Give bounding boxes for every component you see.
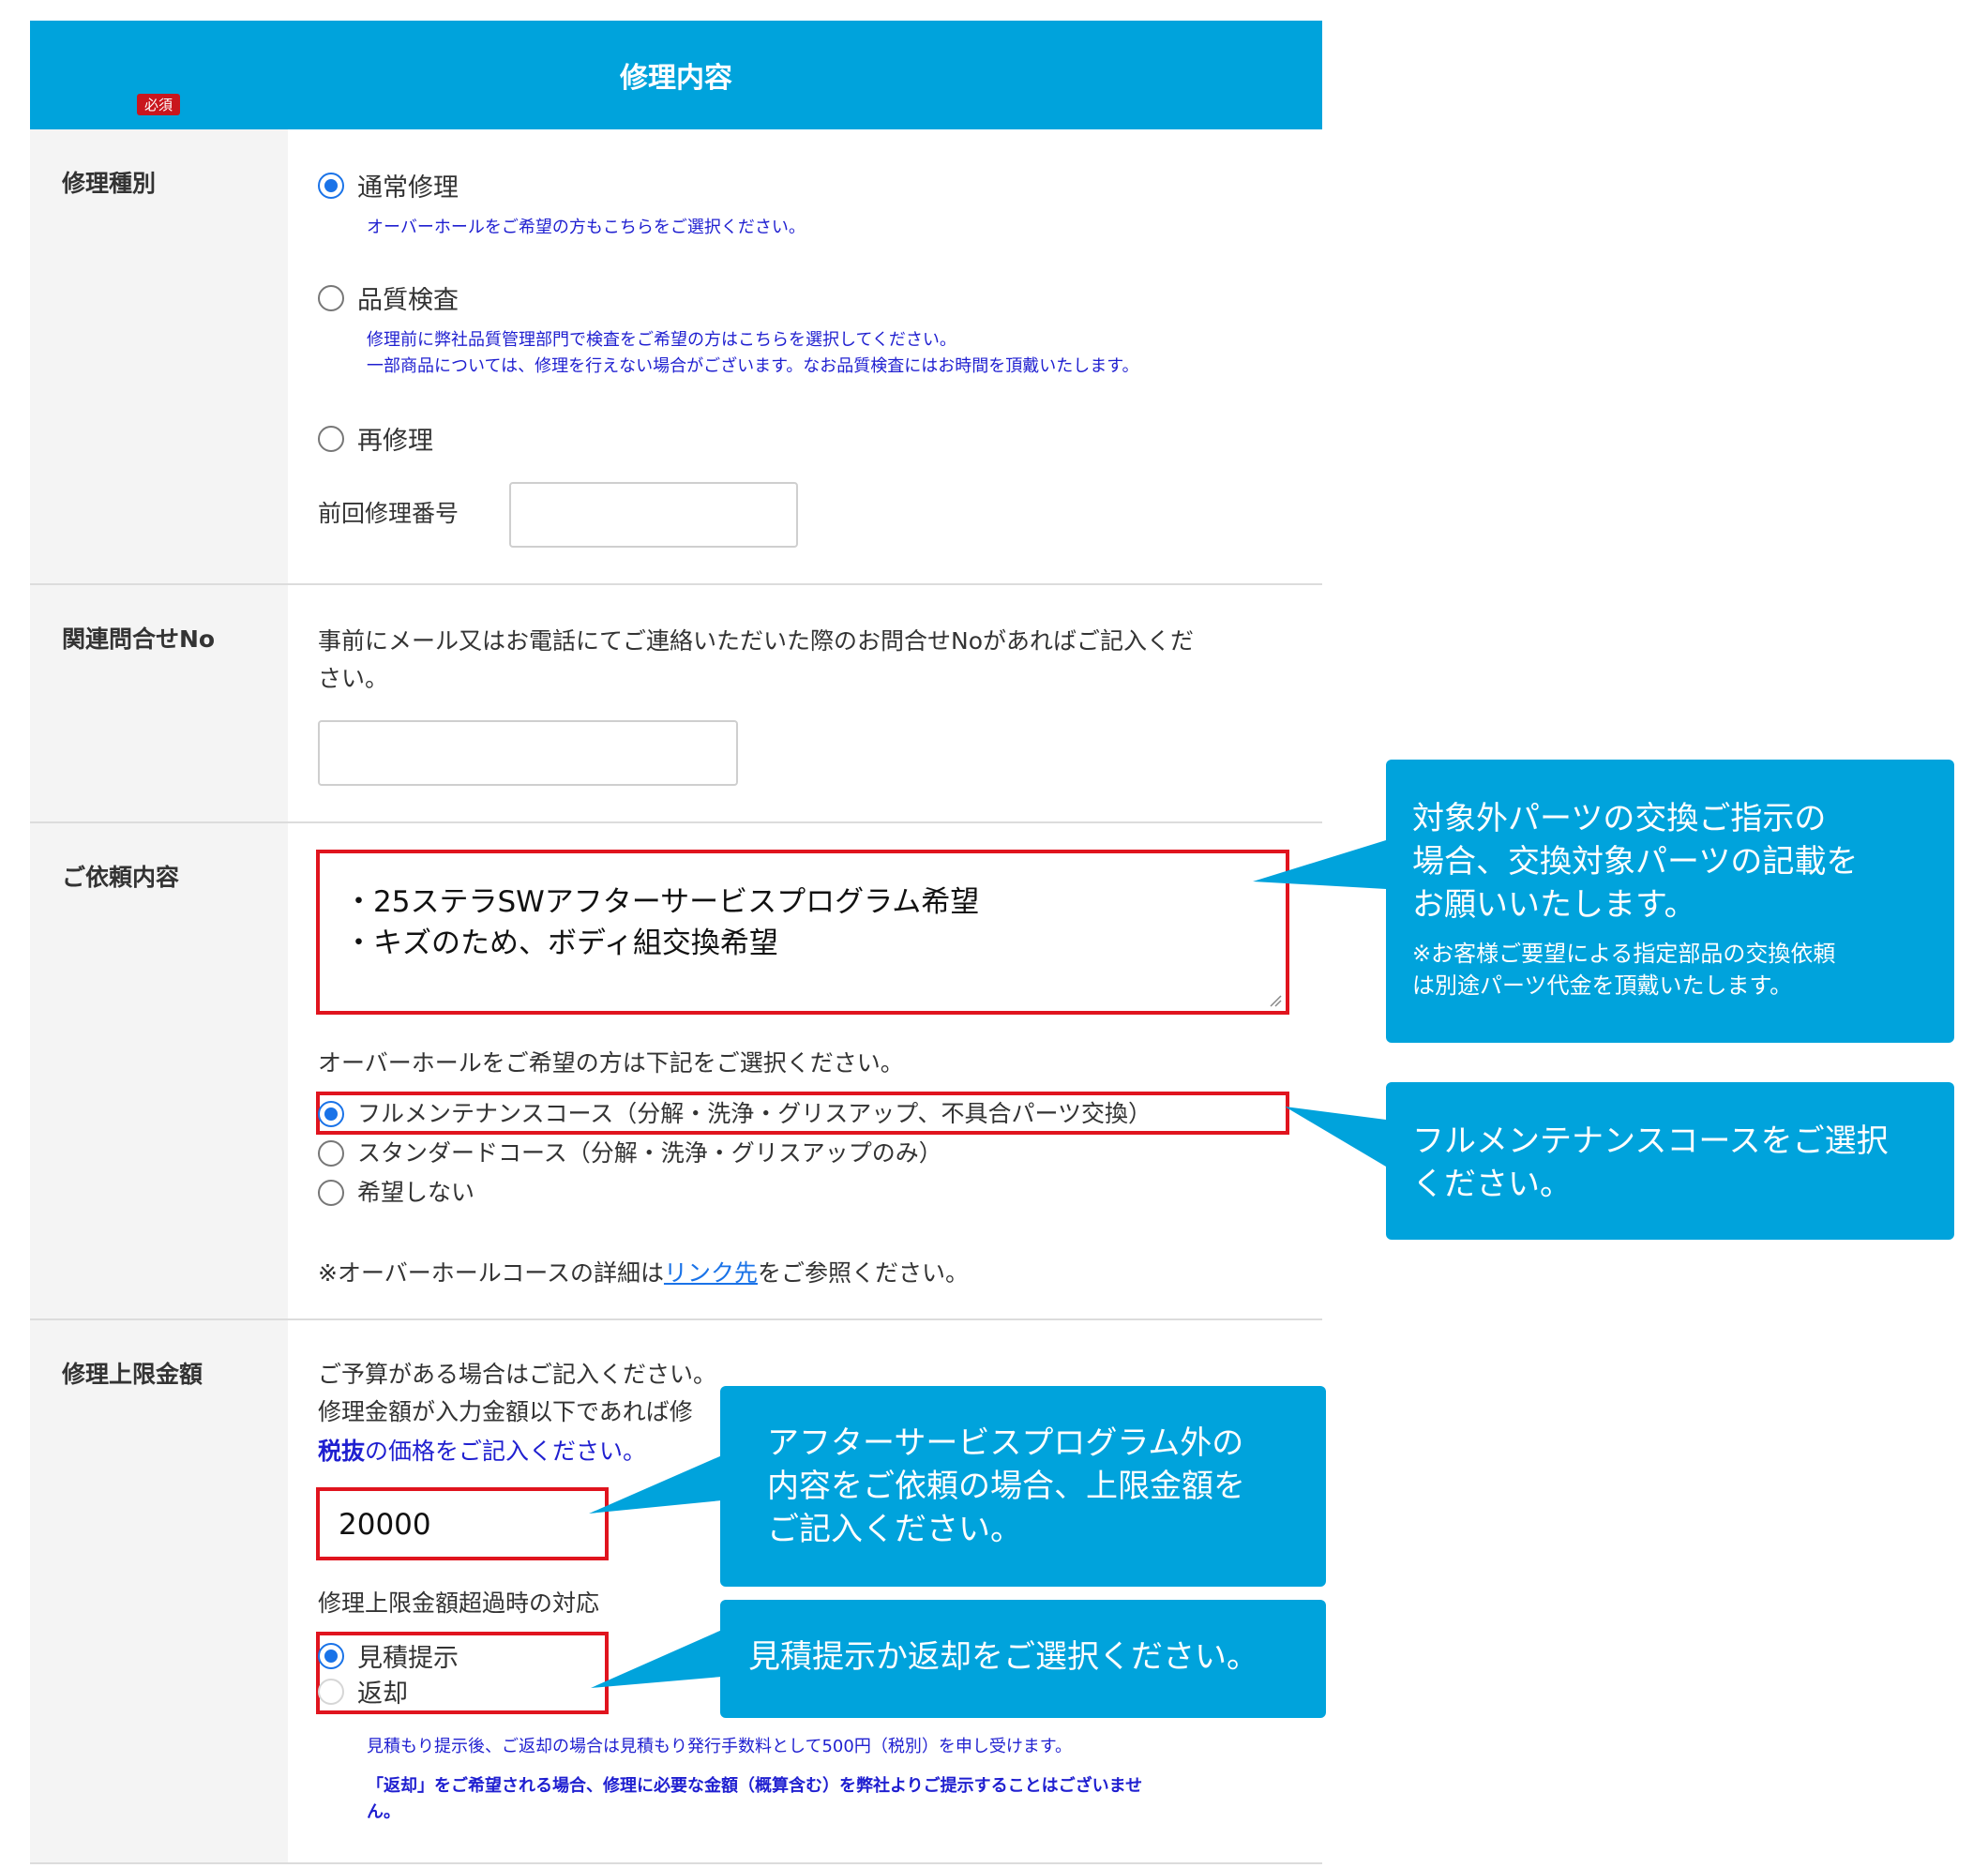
callout-parts-text: 対象外パーツの交換ご指示の 場合、交換対象パーツの記載を お願いいたします。 [1412, 800, 1859, 924]
pointer-exceed [591, 1630, 722, 1688]
callout-exceed: 見積提示か返却をご選択ください。 [720, 1600, 1326, 1718]
callout-parts-exchange: 対象外パーツの交換ご指示の 場合、交換対象パーツの記載を お願いいたします。 ※… [1386, 760, 1954, 1043]
callout-parts-subtext: ※お客様ご要望による指定部品の交換依頼 は別途パーツ代金を頂戴いたします。 [1412, 941, 1836, 999]
callout-exceed-text: 見積提示か返却をご選択ください。 [748, 1638, 1258, 1676]
callout-course-text: フルメンテナンスコースをご選択 ください。 [1412, 1122, 1889, 1203]
pointer-amount [589, 1455, 722, 1514]
callout-amount-text: アフターサービスプログラム外の 内容をご依頼の場合、上限金額を ご記入ください。 [767, 1424, 1245, 1548]
callout-full-maintenance: フルメンテナンスコースをご選択 ください。 [1386, 1082, 1954, 1240]
callout-limit-amount: アフターサービスプログラム外の 内容をご依頼の場合、上限金額を ご記入ください。 [720, 1386, 1326, 1587]
pointer-course [1285, 1107, 1386, 1167]
pointer-parts [1253, 840, 1386, 889]
